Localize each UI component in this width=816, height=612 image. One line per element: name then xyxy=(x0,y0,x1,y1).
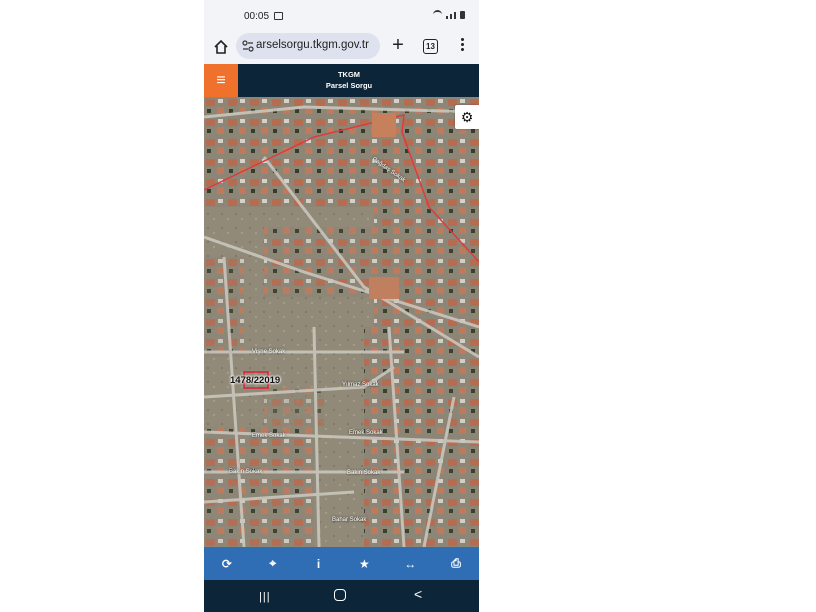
status-bar: 00:05 xyxy=(204,0,479,32)
battery-icon xyxy=(460,11,465,19)
street-label: Bakin Sokak xyxy=(229,469,263,475)
refresh-button[interactable]: ⟳ xyxy=(212,557,242,571)
signal-icon xyxy=(450,14,452,19)
phone-screen: 00:05 arselsorgu.tkgm.gov.tr + 13 ≡ TKGM… xyxy=(204,0,479,612)
recents-button[interactable]: ||| xyxy=(259,591,271,603)
favorite-button[interactable]: ★ xyxy=(349,557,379,571)
measure-button[interactable]: ↔ xyxy=(395,557,425,571)
street-label: Vişne Sokak xyxy=(252,349,286,355)
signal-icon xyxy=(454,12,456,19)
map-imagery xyxy=(204,97,479,547)
street-label: Emek Sokak xyxy=(252,433,286,439)
new-tab-button[interactable]: + xyxy=(388,35,408,56)
address-bar[interactable]: arselsorgu.tkgm.gov.tr xyxy=(236,33,380,59)
app-header: ≡ TKGM Parsel Sorgu xyxy=(204,64,479,97)
street-label: Emek Sokak xyxy=(349,430,383,436)
home-icon[interactable] xyxy=(212,38,230,56)
app-title-line1: TKGM xyxy=(337,70,361,79)
system-nav-bar: ||| < xyxy=(204,580,479,612)
street-label: Bakin Sokak xyxy=(347,470,381,476)
map-toolbar: ⟳ ⌖ i ★ ↔ ⎙ xyxy=(204,547,479,580)
status-time: 00:05 xyxy=(244,11,270,22)
browser-toolbar: arselsorgu.tkgm.gov.tr + 13 xyxy=(204,32,479,64)
satellite-map[interactable]: ⚙ Vişne Sokak Yılmaz Sokak Emek Sokak Em… xyxy=(204,97,479,547)
parcel-label[interactable]: 1478/22019 xyxy=(230,375,280,386)
app-title-line2: Parsel Sorgu xyxy=(325,81,373,90)
locate-button[interactable]: ⌖ xyxy=(258,556,288,571)
info-button[interactable]: i xyxy=(304,557,334,571)
url-text[interactable]: arselsorgu.tkgm.gov.tr xyxy=(256,39,369,51)
browser-menu-icon[interactable] xyxy=(459,38,465,56)
map-settings-button[interactable]: ⚙ xyxy=(455,105,479,129)
wifi-icon xyxy=(433,10,442,19)
signal-icon xyxy=(446,16,448,19)
print-button[interactable]: ⎙ xyxy=(441,556,471,571)
street-label: Yılmaz Sokak xyxy=(342,382,379,388)
gear-icon: ⚙ xyxy=(460,109,474,125)
back-button[interactable]: < xyxy=(414,586,422,602)
hamburger-menu-button[interactable]: ≡ xyxy=(204,64,238,97)
status-icons xyxy=(433,10,465,19)
street-label: Bahar Sokak xyxy=(332,517,367,523)
gallery-notification-icon xyxy=(274,12,283,20)
home-button[interactable] xyxy=(334,589,346,601)
app-title: TKGM Parsel Sorgu xyxy=(304,69,394,91)
tab-switcher-button[interactable]: 13 xyxy=(423,39,438,54)
site-settings-icon[interactable] xyxy=(242,40,254,52)
